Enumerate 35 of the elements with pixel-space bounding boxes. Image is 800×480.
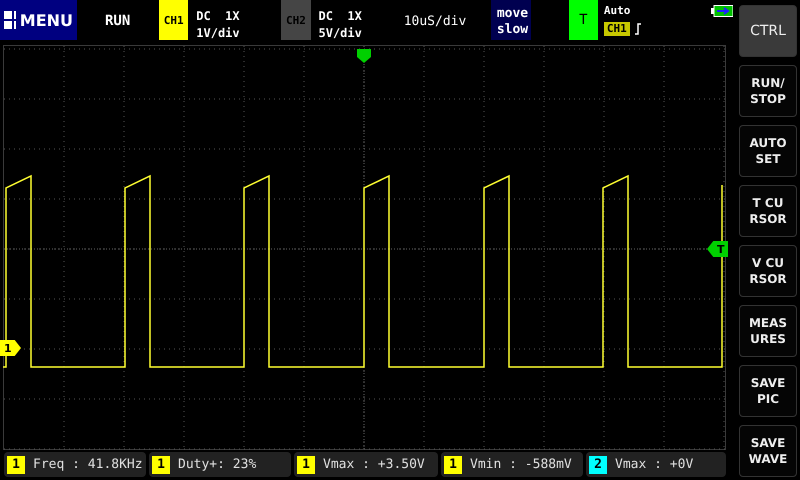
channel-number: 2 — [589, 456, 607, 474]
side-menu-button[interactable]: SAVE WAVE — [739, 425, 797, 477]
channel-coupling: DC 1X — [196, 8, 241, 25]
channel-scale: 5V/div — [318, 25, 363, 42]
measurement-value: Freq : 41.8KHz — [33, 457, 143, 472]
side-menu-button[interactable]: T CU RSOR — [739, 185, 797, 237]
channel-coupling: DC 1X — [318, 8, 363, 25]
trigger-source: CH1 — [604, 22, 630, 36]
channel-marker[interactable]: 1 — [0, 340, 21, 356]
menu-button[interactable]: MENU — [0, 0, 77, 40]
battery-icon — [710, 5, 733, 17]
measurement-value: Duty+: 23% — [178, 457, 256, 472]
side-menu-button[interactable]: MEAS URES — [739, 305, 797, 357]
run-status: RUN — [105, 13, 132, 29]
channel-number: 1 — [152, 456, 170, 474]
timebase-label: 10uS/div — [404, 14, 468, 29]
trigger-badge[interactable]: T — [568, 0, 598, 40]
channel-number: 1 — [444, 456, 462, 474]
trigger-position-icon[interactable] — [357, 49, 371, 63]
measurement-value: Vmin : -588mV — [470, 457, 572, 472]
move-speed-button[interactable]: move slow — [490, 0, 531, 40]
side-menu-button[interactable]: SAVE PIC — [739, 365, 797, 417]
trigger-level-marker[interactable]: T — [707, 241, 728, 257]
channel-scale: 1V/div — [196, 25, 241, 42]
side-menu-button[interactable]: AUTO SET — [739, 125, 797, 177]
measurement-value: Vmax : +3.50V — [323, 457, 425, 472]
trigger-mode: Auto — [604, 4, 632, 17]
measurement-value: Vmax : +0V — [615, 457, 694, 472]
side-menu-button[interactable]: V CU RSOR — [739, 245, 797, 297]
channel-number: 1 — [7, 456, 25, 474]
channel-number: 1 — [297, 456, 315, 474]
side-menu-button[interactable]: CTRL — [739, 5, 797, 57]
grid-icon — [4, 11, 16, 29]
channel-badge[interactable]: CH1 — [159, 0, 188, 40]
side-menu-button[interactable]: RUN/ STOP — [739, 65, 797, 117]
